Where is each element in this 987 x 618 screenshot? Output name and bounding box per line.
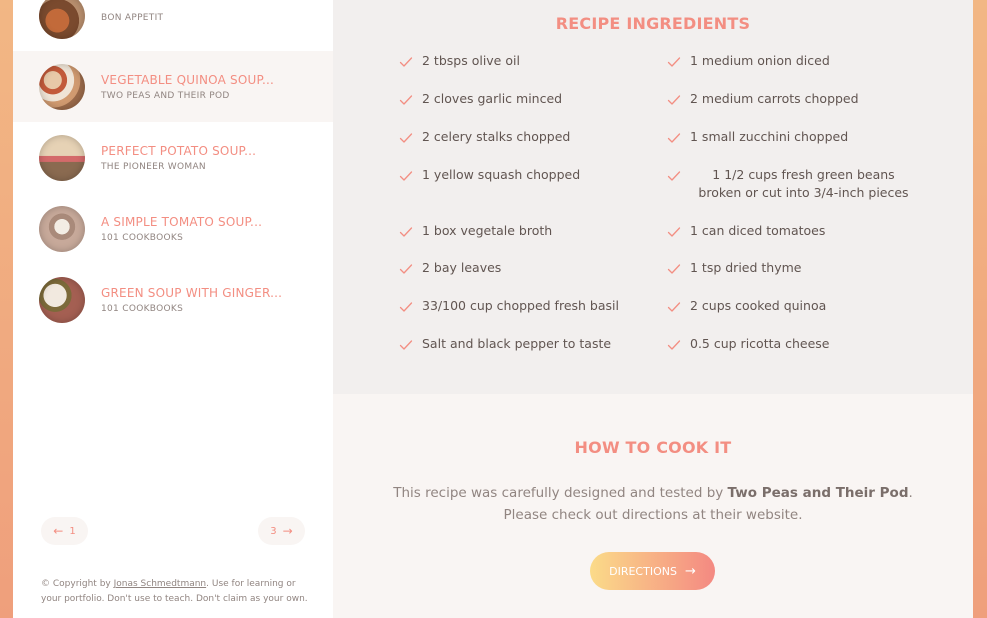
check-icon	[667, 302, 681, 312]
directions-publisher: Two Peas and Their Pod	[727, 485, 909, 501]
recipe-thumbnail	[39, 63, 85, 110]
ingredient-item: 2 cloves garlic minced	[399, 90, 649, 108]
ingredient-item: 1 small zucchini chopped	[667, 128, 917, 146]
ingredient-item: 1 can diced tomatoes	[667, 222, 917, 240]
copyright-prefix: © Copyright by	[41, 579, 114, 589]
check-icon	[667, 227, 681, 237]
ingredient-item: 1 box vegetale broth	[399, 222, 649, 240]
ingredient-item: 1 1/2 cups fresh green beans broken or c…	[667, 166, 917, 202]
ingredient-item: 0.5 cup ricotta cheese	[667, 335, 917, 353]
ingredient-text: 0.5 cup ricotta cheese	[690, 336, 830, 351]
ingredient-text: 2 bay leaves	[422, 260, 502, 275]
ingredient-text: 1 1/2 cups fresh green beans broken or c…	[698, 167, 909, 200]
directions-button[interactable]: DIRECTIONS →	[590, 552, 715, 590]
recipe-directions-section: HOW TO COOK IT This recipe was carefully…	[333, 394, 973, 618]
check-icon	[667, 133, 681, 143]
recipe-ingredients-section: RECIPE INGREDIENTS 2 tbsps olive oil 1 me…	[333, 0, 973, 394]
ingredient-text: 1 medium onion diced	[690, 53, 830, 68]
pagination-prev-label: 1	[69, 525, 76, 537]
pagination-next-label: 3	[270, 525, 277, 537]
directions-text: This recipe was carefully designed and t…	[393, 482, 913, 526]
recipe-thumbnail	[39, 205, 85, 252]
pagination-prev-button[interactable]: ← 1	[41, 517, 88, 545]
pagination: ← 1 3 →	[41, 517, 305, 545]
ingredient-text: 2 cloves garlic minced	[422, 91, 563, 106]
check-icon	[667, 340, 681, 350]
result-title: PERFECT POTATO SOUP...	[101, 143, 257, 158]
recipe-thumbnail	[39, 276, 85, 323]
ingredient-item: 2 bay leaves	[399, 259, 649, 277]
result-publisher: 101 COOKBOOKS	[101, 232, 184, 243]
ingredient-item: 1 medium onion diced	[667, 52, 917, 70]
check-icon	[399, 227, 413, 237]
ingredient-text: Salt and black pepper to taste	[422, 336, 612, 351]
recipe-thumbnail	[39, 0, 85, 39]
search-results-sidebar: BON APPETIT VEGETABLE QUINOA SOUP... TWO…	[13, 0, 333, 618]
check-icon	[667, 95, 681, 105]
copyright-notice: © Copyright by Jonas Schmedtmann. Use fo…	[41, 577, 311, 607]
ingredient-text: 1 can diced tomatoes	[690, 223, 826, 238]
ingredient-item: 2 tbsps olive oil	[399, 52, 649, 70]
ingredient-item: 2 celery stalks chopped	[399, 128, 649, 146]
result-publisher: TWO PEAS AND THEIR POD	[101, 90, 230, 101]
author-link[interactable]: Jonas Schmedtmann	[114, 579, 207, 589]
check-icon	[399, 264, 413, 274]
ingredient-item: 2 cups cooked quinoa	[667, 297, 917, 315]
ingredient-text: 33/100 cup chopped fresh basil	[422, 298, 619, 313]
check-icon	[399, 340, 413, 350]
directions-heading: HOW TO COOK IT	[574, 438, 732, 457]
result-item-active[interactable]: VEGETABLE QUINOA SOUP... TWO PEAS AND TH…	[13, 51, 333, 122]
check-icon	[667, 57, 681, 67]
ingredient-item: Salt and black pepper to taste	[399, 335, 649, 353]
ingredient-text: 2 cups cooked quinoa	[690, 298, 827, 313]
arrow-right-icon: →	[684, 563, 696, 579]
result-title: A SIMPLE TOMATO SOUP...	[101, 214, 263, 229]
ingredient-item: 1 yellow squash chopped	[399, 166, 649, 184]
result-title: GREEN SOUP WITH GINGER...	[101, 285, 283, 300]
check-icon	[667, 171, 681, 181]
directions-text-prefix: This recipe was carefully designed and t…	[393, 485, 728, 501]
ingredient-text: 2 medium carrots chopped	[690, 91, 859, 106]
check-icon	[667, 264, 681, 274]
ingredient-text: 2 tbsps olive oil	[422, 53, 520, 68]
ingredient-item: 33/100 cup chopped fresh basil	[399, 297, 649, 315]
recipe-thumbnail	[39, 134, 85, 181]
arrow-left-icon: ←	[53, 524, 64, 538]
ingredient-text: 1 tsp dried thyme	[690, 260, 802, 275]
arrow-right-icon: →	[282, 524, 293, 538]
ingredients-heading: RECIPE INGREDIENTS	[555, 14, 751, 33]
result-publisher: BON APPETIT	[101, 12, 164, 23]
result-item[interactable]: A SIMPLE TOMATO SOUP... 101 COOKBOOKS	[13, 193, 333, 264]
app-container: BON APPETIT VEGETABLE QUINOA SOUP... TWO…	[13, 0, 973, 618]
check-icon	[399, 302, 413, 312]
ingredient-text: 1 yellow squash chopped	[422, 167, 581, 182]
result-publisher: THE PIONEER WOMAN	[101, 161, 206, 172]
ingredient-item: 1 tsp dried thyme	[667, 259, 917, 277]
results-list: BON APPETIT VEGETABLE QUINOA SOUP... TWO…	[13, 0, 333, 335]
ingredient-item: 2 medium carrots chopped	[667, 90, 917, 108]
result-item[interactable]: PERFECT POTATO SOUP... THE PIONEER WOMAN	[13, 122, 333, 193]
check-icon	[399, 95, 413, 105]
result-item[interactable]: BON APPETIT	[13, 0, 333, 51]
check-icon	[399, 171, 413, 181]
ingredient-text: 2 celery stalks chopped	[422, 129, 571, 144]
directions-button-label: DIRECTIONS	[609, 564, 677, 578]
check-icon	[399, 133, 413, 143]
result-item[interactable]: GREEN SOUP WITH GINGER... 101 COOKBOOKS	[13, 264, 333, 335]
check-icon	[399, 57, 413, 67]
ingredient-text: 1 box vegetale broth	[422, 223, 553, 238]
result-publisher: 101 COOKBOOKS	[101, 303, 184, 314]
pagination-next-button[interactable]: 3 →	[258, 517, 305, 545]
ingredient-text: 1 small zucchini chopped	[690, 129, 849, 144]
result-title: VEGETABLE QUINOA SOUP...	[101, 72, 275, 87]
